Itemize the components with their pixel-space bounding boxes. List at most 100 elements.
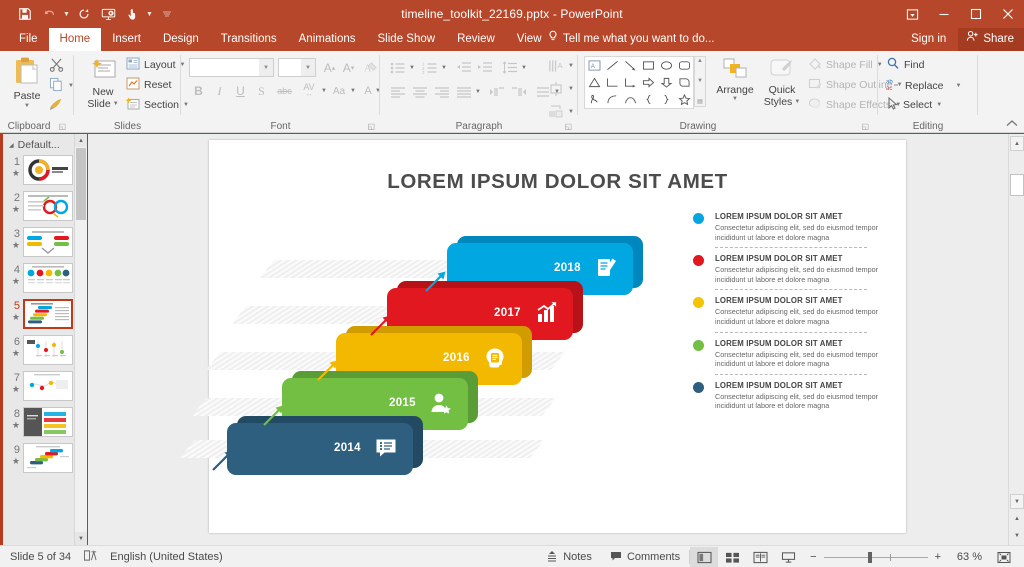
justify-button[interactable] bbox=[454, 83, 474, 100]
zoom-out-button[interactable]: − bbox=[810, 551, 816, 563]
zoom-in-button[interactable]: + bbox=[935, 551, 941, 563]
thumbnail-preview[interactable] bbox=[23, 263, 73, 293]
decrease-indent-button[interactable] bbox=[454, 59, 474, 76]
fit-slide-to-window-button[interactable] bbox=[990, 547, 1018, 567]
canvas-scroll-up-icon[interactable]: ▲ bbox=[1010, 136, 1024, 151]
new-slide-dropdown-icon[interactable]: ▼ bbox=[113, 99, 119, 110]
canvas-scrollbar-thumb[interactable] bbox=[1010, 174, 1024, 196]
bullets-button[interactable] bbox=[388, 59, 408, 76]
slide-show-button[interactable] bbox=[774, 547, 802, 567]
select-dropdown-icon[interactable]: ▼ bbox=[936, 102, 942, 108]
shape-oval[interactable] bbox=[657, 57, 675, 74]
zoom-percentage[interactable]: 63 % bbox=[948, 551, 982, 563]
zoom-control[interactable]: − + 63 % bbox=[802, 551, 990, 563]
align-center-button[interactable] bbox=[410, 83, 430, 100]
legend-item[interactable]: LOREM IPSUM DOLOR SIT AMET Consectetur a… bbox=[691, 339, 891, 369]
font-size-dropdown-icon[interactable]: ▼ bbox=[301, 59, 315, 76]
arrange-button[interactable]: Arrange ▼ bbox=[714, 57, 756, 102]
shape-curve[interactable] bbox=[603, 91, 621, 108]
slide-editing-surface[interactable]: LOREM IPSUM DOLOR SIT AMET 2018 2017 201… bbox=[179, 140, 906, 533]
canvas-scroll-down-icon[interactable]: ▼ bbox=[1010, 494, 1024, 509]
line-spacing-button[interactable] bbox=[500, 59, 520, 76]
text-direction-button[interactable]: A bbox=[545, 57, 567, 74]
cut-button[interactable] bbox=[49, 57, 64, 75]
tab-home[interactable]: Home bbox=[48, 28, 102, 51]
scroll-down-icon[interactable]: ▼ bbox=[75, 532, 87, 545]
section-collapse-icon[interactable]: ◢ bbox=[9, 142, 14, 149]
shape-scribble[interactable] bbox=[585, 91, 603, 108]
format-painter-button[interactable] bbox=[49, 97, 64, 115]
text-direction-dropdown-icon[interactable]: ▼ bbox=[568, 63, 574, 69]
drawing-dialog-launcher[interactable]: ◱ bbox=[861, 122, 869, 131]
text-direction-rtl-button[interactable] bbox=[509, 83, 529, 100]
shape-rectangle[interactable] bbox=[639, 57, 657, 74]
reading-view-button[interactable] bbox=[746, 547, 774, 567]
thumbnail-preview[interactable] bbox=[23, 407, 73, 437]
scrollbar-thumb[interactable] bbox=[76, 148, 86, 220]
replace-button[interactable]: ab ac Replace ▼ bbox=[886, 77, 961, 94]
shape-elbow-arrow-connector[interactable] bbox=[621, 74, 639, 91]
tab-view[interactable]: View bbox=[506, 28, 553, 51]
clipboard-dialog-launcher[interactable]: ◱ bbox=[58, 122, 66, 131]
align-text-vertical-button[interactable] bbox=[545, 80, 567, 97]
font-color-button[interactable]: A bbox=[361, 82, 375, 100]
quick-styles-button[interactable]: Quick Styles ▼ bbox=[760, 57, 804, 108]
canvas-scrollbar[interactable]: ▲ ▼ ▲ ▼ bbox=[1008, 134, 1024, 545]
numbering-button[interactable]: 123 bbox=[420, 59, 440, 76]
shape-down-arrow[interactable] bbox=[657, 74, 675, 91]
tab-file[interactable]: File bbox=[8, 28, 49, 51]
font-dialog-launcher[interactable]: ◱ bbox=[367, 122, 375, 131]
minimize-button[interactable] bbox=[928, 0, 960, 28]
tab-design[interactable]: Design bbox=[152, 28, 210, 51]
previous-slide-button[interactable]: ▲ bbox=[1010, 511, 1024, 526]
thumbnail-panel-scrollbar[interactable]: ▲ ▼ bbox=[74, 134, 87, 545]
zoom-slider-thumb[interactable] bbox=[867, 551, 872, 563]
thumbnail-preview[interactable] bbox=[23, 155, 73, 185]
new-slide-button[interactable]: New Slide ▼ bbox=[82, 57, 124, 110]
shape-rounded-rectangle[interactable] bbox=[675, 57, 693, 74]
shapes-gallery-scrollbar[interactable]: ▲ ▼ ▤ bbox=[694, 56, 706, 107]
tab-insert[interactable]: Insert bbox=[101, 28, 152, 51]
thumbnail-preview[interactable] bbox=[23, 443, 73, 473]
align-text-vertical-dropdown-icon[interactable]: ▼ bbox=[568, 86, 574, 92]
slide-canvas-area[interactable]: LOREM IPSUM DOLOR SIT AMET 2018 2017 201… bbox=[88, 134, 1008, 545]
sign-in-button[interactable]: Sign in bbox=[899, 28, 958, 51]
layout-button[interactable]: Layout ▼ bbox=[126, 57, 185, 73]
align-left-button[interactable] bbox=[388, 83, 408, 100]
maximize-button[interactable] bbox=[960, 0, 992, 28]
increase-font-size-button[interactable]: A ▴ bbox=[321, 59, 338, 76]
language-indicator[interactable]: English (United States) bbox=[110, 551, 223, 563]
convert-to-smartart-button[interactable] bbox=[545, 103, 567, 120]
tab-animations[interactable]: Animations bbox=[288, 28, 367, 51]
notes-button[interactable]: Notes bbox=[537, 546, 601, 567]
tab-review[interactable]: Review bbox=[446, 28, 506, 51]
shape-right-arrow[interactable] bbox=[639, 74, 657, 91]
spell-check-icon[interactable] bbox=[83, 549, 98, 565]
strikethrough-button[interactable]: abc bbox=[273, 82, 296, 100]
paragraph-dialog-launcher[interactable]: ◱ bbox=[564, 122, 572, 131]
arrange-dropdown-icon[interactable]: ▼ bbox=[732, 96, 738, 102]
paste-button[interactable]: Paste ▼ bbox=[6, 57, 48, 109]
scroll-up-icon[interactable]: ▲ bbox=[75, 134, 87, 147]
normal-view-button[interactable] bbox=[690, 547, 719, 567]
font-size-combo[interactable]: ▼ bbox=[278, 58, 316, 77]
slide-counter[interactable]: Slide 5 of 34 bbox=[10, 551, 71, 563]
shape-textbox[interactable]: A bbox=[585, 57, 603, 74]
shapes-scroll-up-icon[interactable]: ▲ bbox=[697, 58, 703, 64]
collapse-ribbon-button[interactable] bbox=[1006, 119, 1018, 130]
bullets-dropdown-icon[interactable]: ▼ bbox=[409, 65, 415, 71]
share-button[interactable]: Share bbox=[958, 28, 1024, 51]
increase-indent-button[interactable] bbox=[475, 59, 495, 76]
change-case-button[interactable]: Aa bbox=[329, 82, 349, 100]
shape-left-brace[interactable] bbox=[639, 91, 657, 108]
tab-transitions[interactable]: Transitions bbox=[210, 28, 288, 51]
numbering-dropdown-icon[interactable]: ▼ bbox=[441, 65, 447, 71]
slide-thumbnail-panel[interactable]: ◢ Default... 1 ★ 2 ★ 3 ★ 4 ★ 5 ★ 6 ★ 7 ★… bbox=[3, 134, 87, 545]
thumbnail-preview[interactable] bbox=[23, 335, 73, 365]
copy-button[interactable]: ▼ bbox=[49, 77, 74, 95]
legend-item[interactable]: LOREM IPSUM DOLOR SIT AMET Consectetur a… bbox=[691, 254, 891, 284]
thumbnail-preview[interactable] bbox=[23, 191, 73, 221]
shape-triangle[interactable] bbox=[585, 74, 603, 91]
quick-styles-dropdown-icon[interactable]: ▼ bbox=[794, 97, 800, 108]
columns-dropdown-icon[interactable]: ▼ bbox=[475, 89, 481, 95]
